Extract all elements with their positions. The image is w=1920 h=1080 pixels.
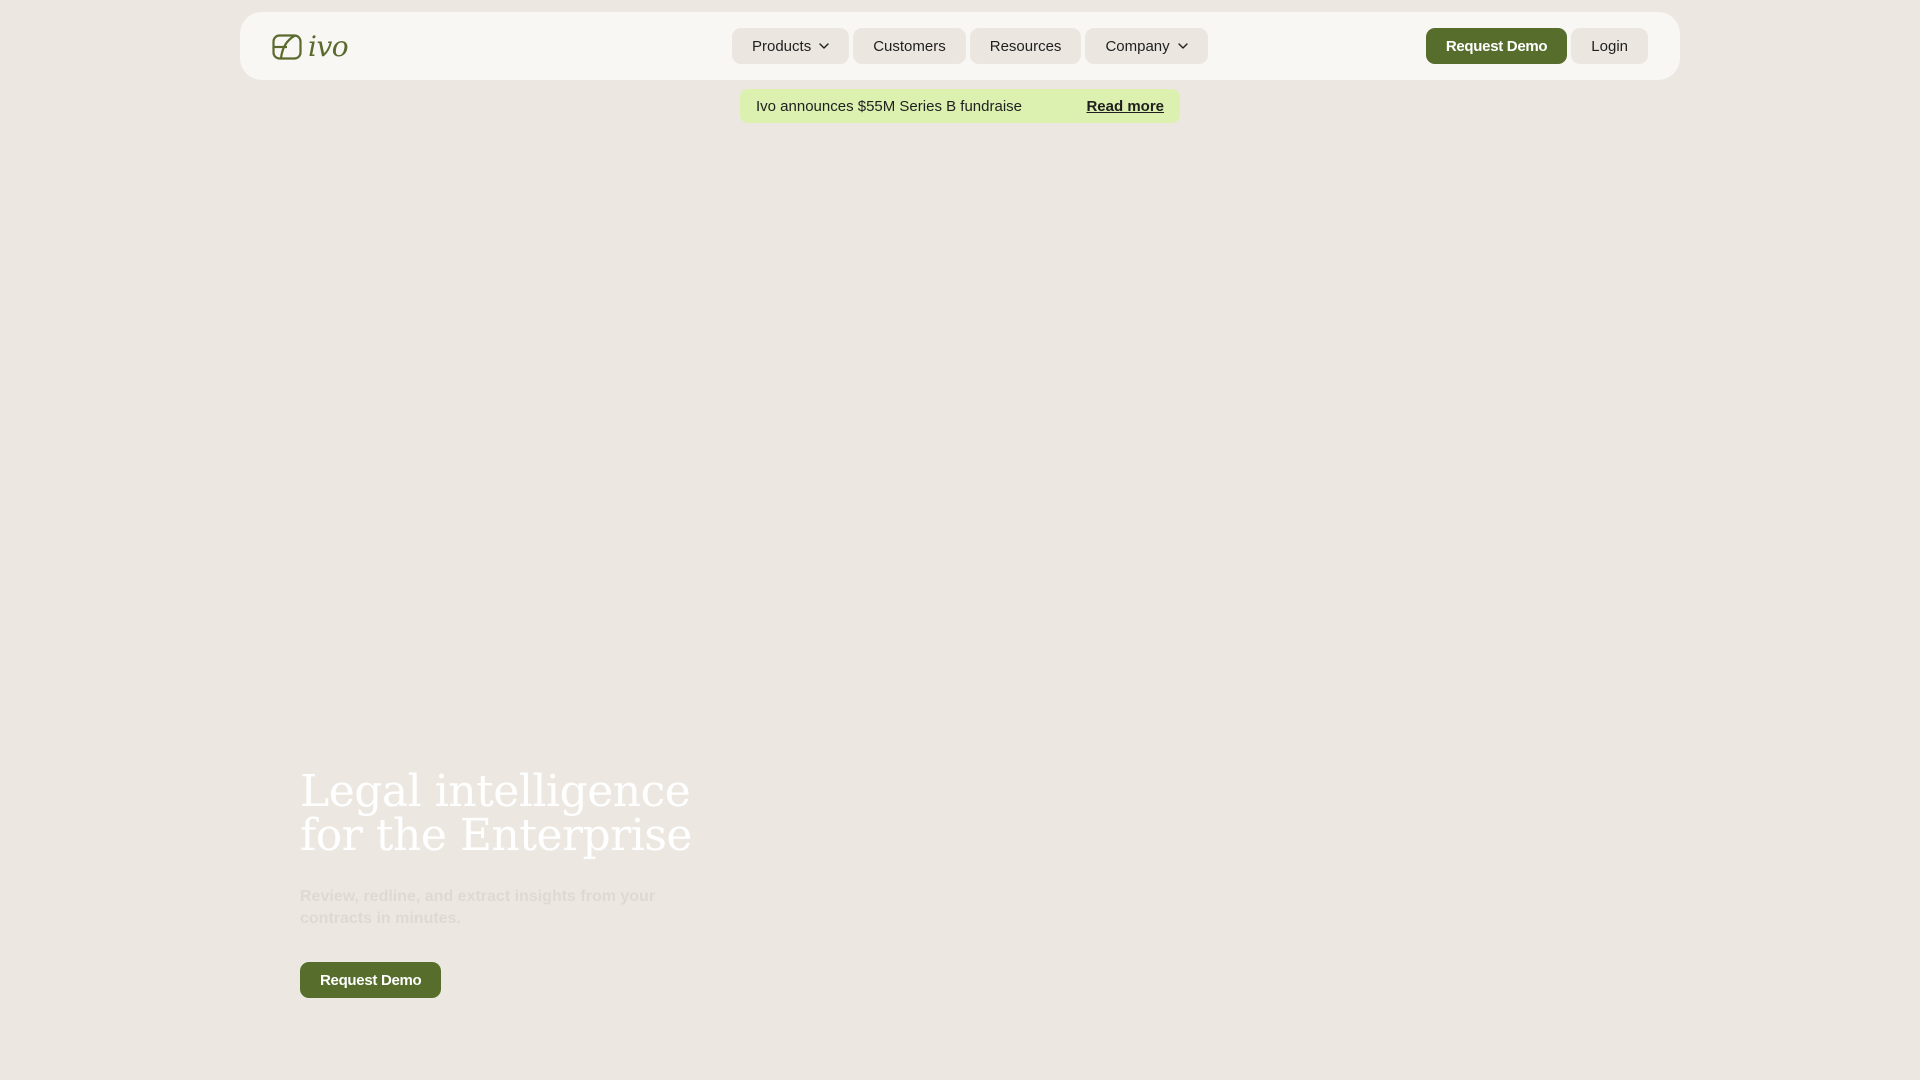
- hero-title-line-2: for the Enterprise: [300, 810, 692, 861]
- nav-actions: Request Demo Login: [1425, 28, 1648, 64]
- page: ivo Products Customers Resources Company: [0, 0, 1920, 1080]
- login-button[interactable]: Login: [1571, 28, 1648, 64]
- hero-section: Legal intelligence for the Enterprise Re…: [300, 770, 780, 998]
- primary-nav: Products Customers Resources Company: [732, 28, 1208, 64]
- announcement-banner: Ivo announces $55M Series B fundraise Re…: [740, 89, 1180, 123]
- nav-item-company[interactable]: Company: [1085, 28, 1208, 64]
- hero-subtitle: Review, redline, and extract insights fr…: [300, 888, 656, 927]
- hero-request-demo-button[interactable]: Request Demo: [300, 962, 442, 998]
- nav-item-label: Company: [1105, 37, 1170, 55]
- nav-item-label: Customers: [873, 37, 946, 55]
- nav-item-products[interactable]: Products: [732, 28, 850, 64]
- request-demo-button[interactable]: Request Demo: [1425, 28, 1568, 64]
- nav-item-resources[interactable]: Resources: [969, 28, 1082, 64]
- nav-item-label: Products: [752, 37, 812, 55]
- hero-cta-wrapper: Request Demo: [300, 962, 780, 998]
- ivo-mark-icon: [272, 34, 302, 60]
- logo-link[interactable]: ivo: [272, 30, 349, 64]
- chevron-down-icon: [819, 43, 829, 49]
- top-navbar: ivo Products Customers Resources Company: [240, 12, 1680, 80]
- logo-wordmark: ivo: [308, 30, 349, 63]
- chevron-down-icon: [1177, 43, 1188, 49]
- announcement-text: Ivo announces $55M Series B fundraise: [756, 97, 1022, 115]
- nav-item-customers[interactable]: Customers: [853, 28, 966, 64]
- hero-title: Legal intelligence for the Enterprise: [300, 770, 780, 858]
- nav-item-label: Resources: [989, 37, 1062, 55]
- read-more-link[interactable]: Read more: [1086, 98, 1164, 115]
